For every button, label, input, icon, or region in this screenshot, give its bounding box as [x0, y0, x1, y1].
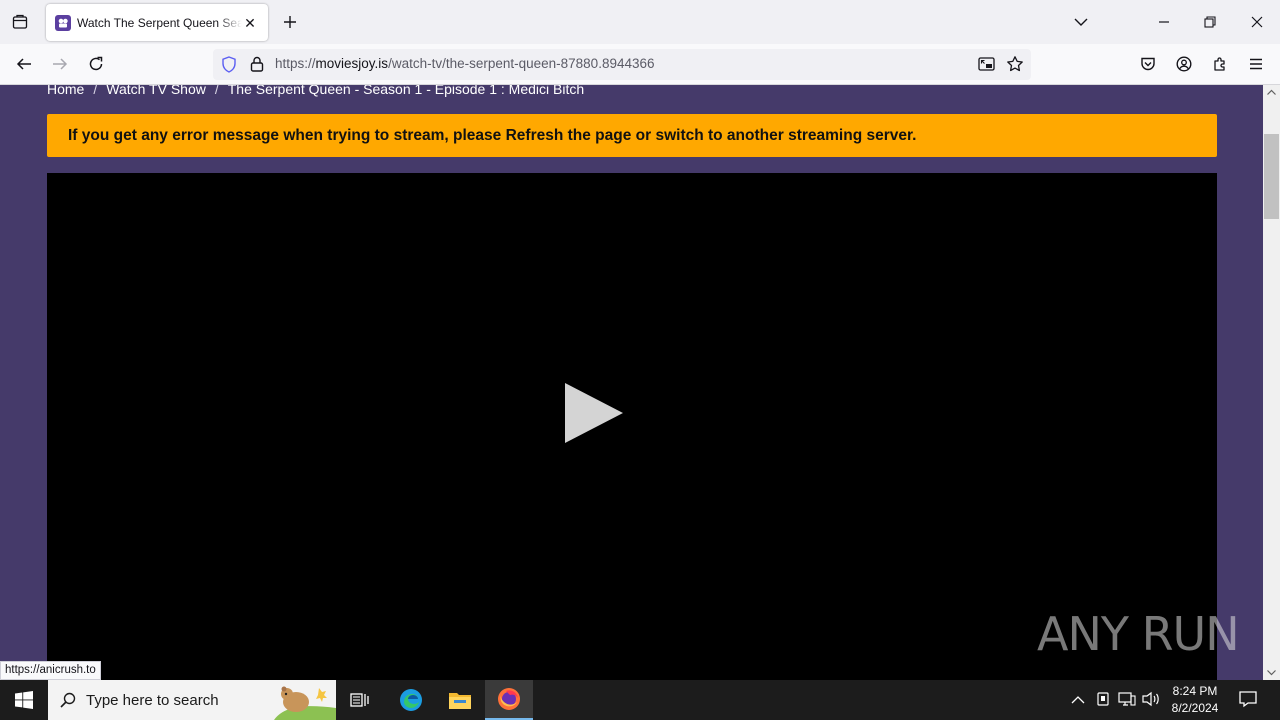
scroll-down-arrow-icon[interactable]	[1267, 670, 1276, 676]
search-icon	[60, 692, 76, 708]
windows-start-icon[interactable]	[0, 680, 48, 720]
video-player[interactable]	[47, 173, 1217, 680]
file-explorer-icon[interactable]	[436, 680, 484, 720]
volume-icon[interactable]	[1142, 691, 1160, 712]
breadcrumb-separator: /	[214, 85, 219, 97]
streaming-error-alert: If you get any error message when trying…	[47, 114, 1217, 157]
show-hidden-icons-icon[interactable]	[1071, 692, 1085, 710]
breadcrumb-separator: /	[93, 85, 98, 97]
forward-button[interactable]	[42, 48, 78, 80]
extensions-icon[interactable]	[1202, 48, 1238, 80]
list-all-tabs-icon[interactable]	[1063, 6, 1099, 38]
tab-title: Watch The Serpent Queen Season 1 Episode…	[77, 15, 242, 30]
watermark-logo: ANY RUN	[1037, 607, 1240, 661]
tracking-protection-shield-icon[interactable]	[221, 56, 237, 78]
account-icon[interactable]	[1166, 48, 1202, 80]
page-content: Home / Watch TV Show / The Serpent Queen - S…	[0, 85, 1263, 680]
minimize-button[interactable]	[1146, 6, 1182, 38]
menu-hamburger-icon[interactable]	[1238, 48, 1274, 80]
breadcrumb-current: The Serpent Queen - Season 1 - Episode 1…	[227, 85, 585, 97]
url-domain: moviesjoy.is	[315, 56, 389, 71]
url-path: /watch-tv/the-serpent-queen-87880.894436…	[388, 56, 655, 71]
scrollbar-thumb[interactable]	[1264, 134, 1279, 219]
status-link-preview: https://anicrush.to	[0, 661, 101, 680]
play-button-icon[interactable]	[562, 382, 624, 449]
restore-button[interactable]	[1192, 6, 1228, 38]
anyrun-watermark: ANY RUN	[1037, 607, 1240, 661]
clock-date: 8/2/2024	[1171, 701, 1219, 715]
url-prefix: https://	[275, 56, 316, 71]
reload-button[interactable]	[78, 48, 114, 80]
clock-time: 8:24 PM	[1172, 684, 1218, 698]
site-favicon-icon	[55, 14, 71, 31]
tab-overview-icon[interactable]	[2, 6, 38, 38]
pocket-icon[interactable]	[1130, 48, 1166, 80]
browser-tab[interactable]: Watch The Serpent Queen Season 1 Episode…	[46, 4, 268, 41]
task-view-icon[interactable]	[336, 680, 384, 720]
close-window-button[interactable]	[1239, 6, 1275, 38]
firefox-taskbar-icon[interactable]	[485, 680, 533, 720]
network-icon[interactable]	[1118, 691, 1136, 712]
notification-center-icon[interactable]	[1239, 690, 1257, 713]
breadcrumb-home-link[interactable]: Home	[47, 85, 84, 97]
bookmark-star-icon[interactable]	[1006, 55, 1024, 78]
search-placeholder: Type here to search	[86, 691, 219, 709]
new-tab-button[interactable]	[272, 6, 308, 38]
tab-close-icon[interactable]: ✕	[242, 15, 258, 31]
back-button[interactable]	[6, 48, 42, 80]
picture-in-picture-icon[interactable]	[978, 56, 995, 77]
url-text[interactable]: https://moviesjoy.is/watch-tv/the-serpen…	[275, 56, 655, 71]
device-tray-icon[interactable]	[1095, 691, 1111, 712]
breadcrumb-watch-tv-link[interactable]: Watch TV Show	[106, 85, 206, 97]
lock-icon[interactable]	[250, 56, 264, 77]
scroll-up-arrow-icon[interactable]	[1267, 89, 1276, 95]
taskbar-clock[interactable]: 8:24 PM 8/2/2024	[1166, 683, 1224, 717]
breadcrumb: Home / Watch TV Show / The Serpent Queen - S…	[47, 85, 584, 97]
search-highlight-illustration-icon	[274, 686, 336, 720]
edge-browser-icon[interactable]	[387, 680, 435, 720]
taskbar-search-box[interactable]: Type here to search	[48, 680, 336, 720]
